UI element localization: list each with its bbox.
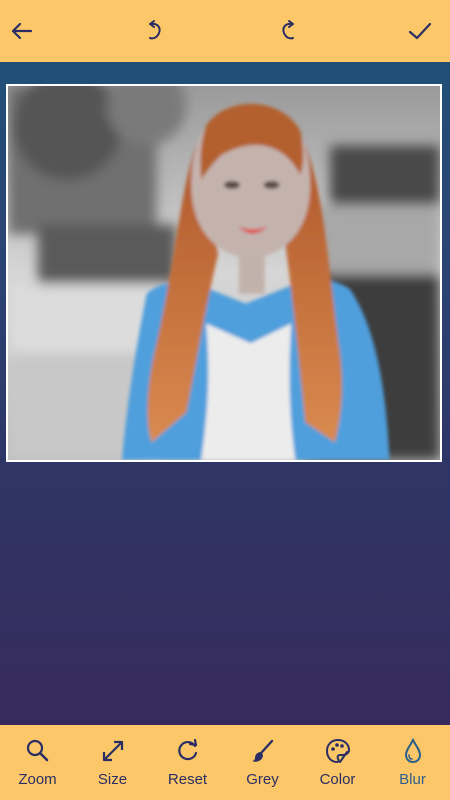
redo-button[interactable] bbox=[268, 11, 308, 51]
top-toolbar bbox=[0, 0, 450, 62]
reset-tool[interactable]: Reset bbox=[153, 728, 223, 798]
color-tool[interactable]: Color bbox=[303, 728, 373, 798]
undo-button[interactable] bbox=[135, 11, 175, 51]
size-tool[interactable]: Size bbox=[78, 728, 148, 798]
grey-label: Grey bbox=[246, 771, 279, 788]
arrow-left-icon bbox=[11, 22, 33, 40]
size-label: Size bbox=[97, 771, 128, 788]
brush-icon bbox=[249, 737, 277, 765]
done-button[interactable] bbox=[400, 11, 440, 51]
blur-tool[interactable]: Blur bbox=[378, 728, 448, 798]
blur-label: Blur bbox=[399, 771, 426, 788]
undo-icon bbox=[149, 20, 161, 40]
photo-canvas[interactable] bbox=[6, 84, 442, 462]
checkmark-icon bbox=[408, 22, 432, 40]
edited-photo bbox=[8, 86, 440, 460]
background-watermark bbox=[120, 500, 340, 620]
zoom-tool[interactable]: Zoom bbox=[3, 728, 73, 798]
reset-label: Reset bbox=[167, 771, 208, 788]
magnifier-icon bbox=[24, 737, 52, 765]
resize-arrows-icon bbox=[99, 737, 127, 765]
zoom-label: Zoom bbox=[18, 771, 57, 788]
color-label: Color bbox=[319, 771, 356, 788]
redo-icon bbox=[282, 20, 294, 40]
bottom-toolbar: Zoom Size Reset Grey Color Blur bbox=[0, 725, 450, 800]
water-drop-icon bbox=[399, 737, 427, 765]
reset-icon bbox=[174, 737, 202, 765]
palette-icon bbox=[324, 737, 352, 765]
grey-tool[interactable]: Grey bbox=[228, 728, 298, 798]
back-button[interactable] bbox=[2, 11, 42, 51]
